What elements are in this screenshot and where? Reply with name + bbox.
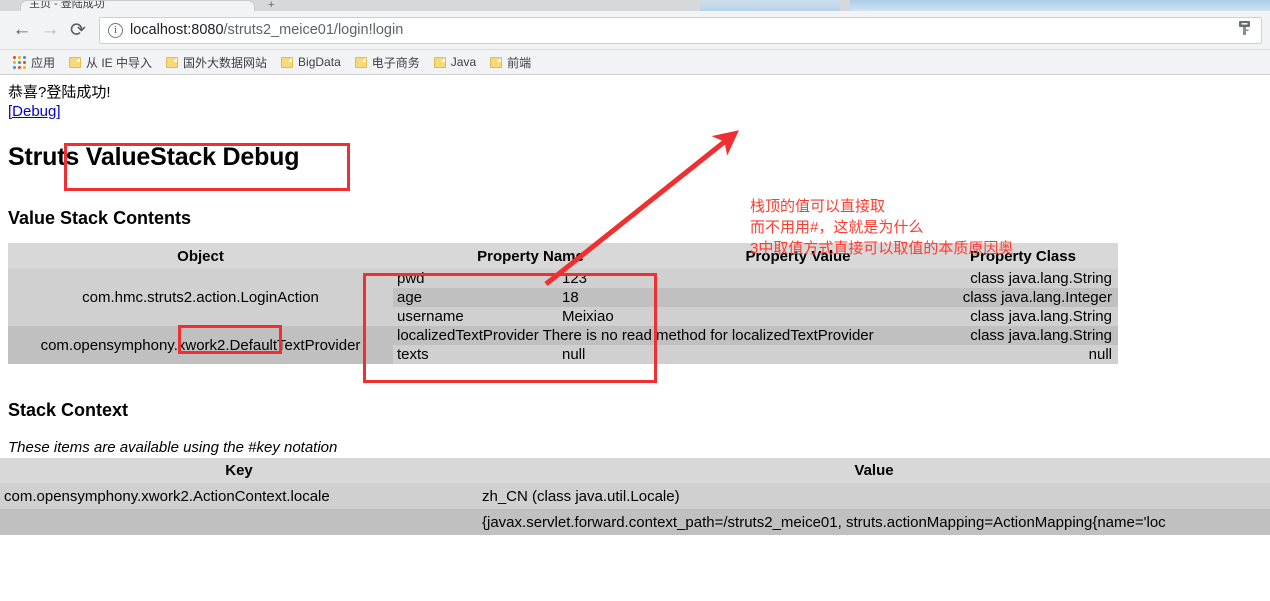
tab-strip: 主页 - 登陆成功 + [0, 0, 1270, 11]
stack-context-note: These items are available using the #key… [8, 439, 338, 456]
object-name-login-action: com.hmc.struts2.action.LoginAction [8, 269, 393, 326]
property-name-and-value: localizedTextProvider There is no read m… [393, 326, 928, 345]
stack-context-table: Key Value com.opensymphony.xwork2.Action… [0, 458, 1270, 535]
table-row: com.opensymphony.xwork2.ActionContext.lo… [0, 483, 1270, 509]
property-value [668, 269, 928, 288]
property-class: class java.lang.String [928, 269, 1118, 288]
bookmark-ie-import[interactable]: 从 IE 中导入 [62, 51, 159, 73]
folder-icon [354, 56, 367, 68]
property-class: class java.lang.String [928, 326, 1118, 345]
column-header-value: Value [478, 458, 1270, 483]
bookmark-label: 国外大数据网站 [183, 55, 268, 70]
folder-icon [166, 56, 179, 68]
annotation-note-line-3: 3中取值方式直接可以取值的本质原因奥 [750, 240, 1014, 257]
reload-button-icon[interactable]: ⟳ [64, 16, 92, 44]
apps-grid-icon [13, 55, 26, 69]
folder-icon [281, 56, 294, 68]
stack-context-heading: Stack Context [8, 400, 129, 420]
new-tab-button[interactable]: + [268, 0, 274, 11]
table-row: {javax.servlet.forward.context_path=/str… [0, 509, 1270, 535]
url-text: localhost:8080/struts2_meice01/login!log… [130, 22, 1238, 38]
tab-title: 主页 - 登陆成功 [29, 0, 105, 10]
login-success-message: 恭喜?登陆成功! [8, 84, 111, 101]
browser-chrome: 主页 - 登陆成功 + ← → ⟳ i localhost:8080/strut… [0, 0, 1270, 75]
page-info-icon[interactable]: i [108, 22, 123, 38]
property-name: pwd [393, 269, 558, 288]
bookmark-frontend[interactable]: 前端 [483, 51, 538, 73]
bookmark-bigdata[interactable]: BigData [274, 51, 348, 73]
annotation-note: 栈顶的值可以直接取 而不用用#，这就是为什么 3中取值方式直接可以取值的本质原因… [750, 196, 1013, 259]
context-value: {javax.servlet.forward.context_path=/str… [478, 509, 1270, 535]
bookmark-label: BigData [298, 55, 341, 69]
bookmark-label: Java [450, 55, 477, 69]
browser-toolbar: ← → ⟳ i localhost:8080/struts2_meice01/l… [0, 11, 1270, 50]
annotation-note-line-1: 栈顶的值可以直接取 [750, 198, 886, 215]
bookmark-label: 从 IE 中导入 [86, 55, 153, 70]
property-name: age [393, 288, 558, 307]
property-name-value: 123 [558, 269, 668, 288]
folder-icon [433, 56, 446, 68]
property-value [668, 345, 928, 364]
annotation-note-line-2: 而不用用#，这就是为什么 [750, 219, 924, 236]
property-name: username [393, 307, 558, 326]
property-name: texts [393, 345, 558, 364]
table-row: com.hmc.struts2.action.LoginAction pwd 1… [8, 269, 1118, 326]
window-decoration-left [700, 0, 840, 11]
property-class: null [928, 345, 1118, 364]
bookmark-label: 前端 [507, 55, 532, 70]
value-stack-heading: Value Stack Contents [8, 208, 192, 228]
forward-button-icon: → [40, 19, 60, 40]
property-name: localizedTextProvider [397, 327, 539, 344]
property-name-value: null [558, 345, 668, 364]
value-stack-table: Object Property Name Property Value Prop… [8, 243, 1118, 364]
bookmark-apps[interactable]: 应用 [6, 51, 62, 73]
folder-icon [490, 56, 503, 68]
property-value [668, 307, 928, 326]
table-header-row: Key Value [0, 458, 1270, 483]
bookmark-label: 应用 [31, 55, 56, 70]
context-value: zh_CN (class java.util.Locale) [478, 483, 1270, 509]
context-key [0, 509, 478, 535]
column-header-property-name: Property Name [393, 243, 668, 269]
address-bar[interactable]: i localhost:8080/struts2_meice01/login!l… [99, 16, 1262, 44]
property-name-value: 18 [558, 288, 668, 307]
bookmarks-bar: 应用 从 IE 中导入 国外大数据网站 BigData 电子商务 Java 前端 [0, 50, 1270, 75]
column-header-object: Object [8, 243, 393, 269]
object-name-default-text-provider: com.opensymphony.xwork2.DefaultTextProvi… [8, 326, 393, 364]
context-key: com.opensymphony.xwork2.ActionContext.lo… [0, 483, 478, 509]
page-title: Struts ValueStack Debug [8, 143, 300, 171]
property-value [668, 288, 928, 307]
bookmark-label: 电子商务 [371, 55, 420, 70]
property-class: class java.lang.Integer [928, 288, 1118, 307]
folder-icon [69, 56, 82, 68]
key-icon[interactable] [1238, 20, 1251, 41]
page-viewport: 恭喜?登陆成功! [Debug] Struts ValueStack Debug… [0, 75, 1270, 601]
bookmark-java[interactable]: Java [427, 51, 483, 73]
bookmark-ecommerce[interactable]: 电子商务 [348, 51, 427, 73]
back-button-icon[interactable]: ← [8, 16, 36, 44]
page-content: 恭喜?登陆成功! [Debug] Struts ValueStack Debug… [0, 75, 1270, 456]
window-decoration-right [850, 0, 1270, 11]
column-header-key: Key [0, 458, 478, 483]
debug-link[interactable]: [Debug] [8, 102, 61, 121]
property-class: class java.lang.String [928, 307, 1118, 326]
property-name-value: Meixiao [558, 307, 668, 326]
bookmark-bigdata-sites[interactable]: 国外大数据网站 [159, 51, 274, 73]
url-path: /struts2_meice01/login!login [223, 22, 404, 38]
url-host: localhost:8080 [130, 22, 224, 38]
property-name-value: There is no read method for localizedTex… [542, 327, 874, 344]
table-row: com.opensymphony.xwork2.DefaultTextProvi… [8, 326, 1118, 364]
browser-tab-active[interactable]: 主页 - 登陆成功 [20, 0, 255, 11]
